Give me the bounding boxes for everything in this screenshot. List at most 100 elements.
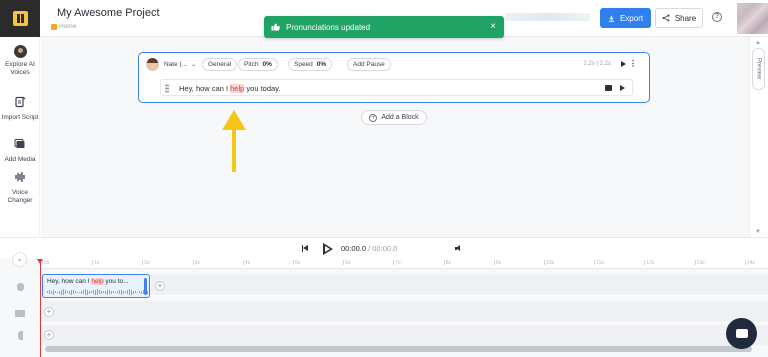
microphone-icon (16, 283, 24, 291)
waveform-bar (77, 291, 78, 293)
voice-track[interactable] (41, 274, 768, 296)
pitch-pill[interactable]: Pitch 0% (238, 58, 278, 71)
waveform-bar (73, 290, 74, 294)
scroll-down-icon[interactable]: ▼ (755, 229, 761, 235)
preview-label: Preview (755, 58, 762, 80)
help-icon[interactable]: ? (712, 12, 722, 22)
style-pill[interactable]: General (202, 58, 238, 71)
clip-text-highlight: help (91, 278, 104, 285)
waveform-bar (75, 291, 76, 293)
row-play-icon[interactable] (620, 85, 625, 91)
pitch-label: Pitch (244, 61, 259, 68)
add-block-button[interactable]: + Add a Block (361, 110, 427, 125)
ruler-tick: 13s (694, 260, 705, 266)
clip-resize-handle[interactable] (144, 278, 147, 295)
speed-pill[interactable]: Speed 0% (288, 58, 333, 71)
waveform-bar (95, 289, 96, 295)
waveform-bar (67, 291, 68, 293)
ruler-tick: 2s (142, 260, 150, 266)
import-icon (15, 96, 26, 108)
voice-avatar (146, 58, 159, 71)
current-time: 00:00.0 (341, 244, 367, 253)
preview-tab[interactable]: Preview (752, 48, 765, 90)
export-label: Export (619, 13, 644, 23)
chevron-down-icon: ⌄ (191, 62, 197, 68)
user-avatar[interactable] (737, 3, 768, 34)
block-duration: 2.2s | 2.2s (583, 61, 611, 67)
play-icon-inner (325, 246, 330, 252)
download-icon (608, 15, 614, 22)
highlighted-word[interactable]: help (230, 84, 245, 93)
breadcrumb-home[interactable]: Home (59, 23, 76, 30)
add-clip-music-icon[interactable]: + (44, 330, 54, 340)
pitch-value: 0% (262, 61, 272, 68)
export-button[interactable]: Export (600, 8, 651, 28)
toast-notification: Pronunciations updated × (264, 16, 504, 38)
sidebar-item-import-script[interactable]: Import Script (0, 96, 40, 122)
sidebar-item-explore-voices[interactable]: Explore AI Voices (0, 45, 40, 77)
share-label: Share (674, 13, 697, 23)
block-play-icon[interactable] (621, 61, 626, 67)
speed-label: Speed (294, 61, 313, 68)
volume-icon[interactable] (455, 245, 463, 252)
timeline-clip[interactable]: Hey, how can I help you to... (42, 274, 150, 298)
waveform-bar (71, 289, 72, 295)
waveform-bar (133, 290, 134, 294)
waveform-bar (85, 289, 86, 295)
ruler-tick: 4s (242, 260, 251, 266)
close-icon[interactable]: × (490, 21, 496, 32)
video-track[interactable] (41, 301, 768, 323)
ruler-tick: 0s (41, 260, 50, 266)
waveform-bar (109, 290, 110, 294)
waveform-bar (111, 290, 112, 294)
voice-selector[interactable]: Nate (... ⌄ (162, 58, 202, 71)
skip-back-icon[interactable] (302, 245, 308, 252)
waveform-bar (141, 290, 142, 294)
waveform-bar (69, 290, 70, 294)
horizontal-scrollbar[interactable] (45, 346, 752, 352)
add-pause-button[interactable]: Add Pause (347, 58, 391, 71)
music-icon (17, 330, 23, 340)
sidebar-item-add-media[interactable]: Add Media (0, 138, 40, 164)
waveform-bar (53, 289, 54, 295)
annotation-arrow-shaft (232, 128, 236, 172)
waveform-bar (103, 291, 104, 293)
waveform-bar (131, 289, 132, 295)
waveform-bar (149, 291, 150, 293)
comment-icon[interactable] (605, 85, 612, 91)
waveform-bar (123, 290, 124, 294)
collapse-timeline-icon[interactable]: ⌄ (12, 252, 27, 267)
waveform-bar (117, 291, 118, 293)
waveform-bar (51, 290, 52, 294)
plus-icon: + (369, 113, 378, 122)
waveform-bar (115, 291, 116, 293)
total-time: 00:00.0 (372, 244, 398, 253)
thumbs-up-icon (271, 23, 280, 31)
waveform-bar (125, 291, 126, 293)
voice-avatar-icon (13, 45, 27, 58)
scroll-up-icon[interactable]: ▲ (755, 40, 761, 46)
sidebar-item-voice-changer[interactable]: Voice Changer (0, 171, 40, 205)
add-clip-video-icon[interactable]: + (44, 307, 54, 317)
share-button[interactable]: Share (655, 8, 703, 28)
breadcrumb[interactable]: Home (51, 23, 76, 30)
waveform-bar (105, 290, 106, 294)
waveform-bar (57, 291, 58, 293)
ruler-tick: 8s (443, 260, 451, 266)
chat-icon[interactable] (726, 318, 757, 349)
voice-changer-icon (15, 172, 25, 182)
waveform-bar (129, 289, 130, 295)
playhead[interactable] (40, 262, 41, 357)
more-options-icon[interactable]: ⋮ (629, 60, 637, 68)
drag-handle-icon[interactable] (165, 84, 169, 93)
project-title[interactable]: My Awesome Project (57, 7, 160, 19)
waveform-bar (61, 289, 62, 295)
music-track[interactable] (41, 325, 768, 347)
waveform-bar (135, 291, 136, 293)
track-label-music (0, 324, 40, 346)
block-text[interactable]: Hey, how can I help you today. (179, 84, 280, 93)
time-ruler[interactable] (41, 259, 768, 269)
add-clip-voice-icon[interactable]: + (155, 281, 165, 291)
text-after: you today. (244, 84, 281, 93)
app-logo[interactable] (0, 0, 40, 37)
